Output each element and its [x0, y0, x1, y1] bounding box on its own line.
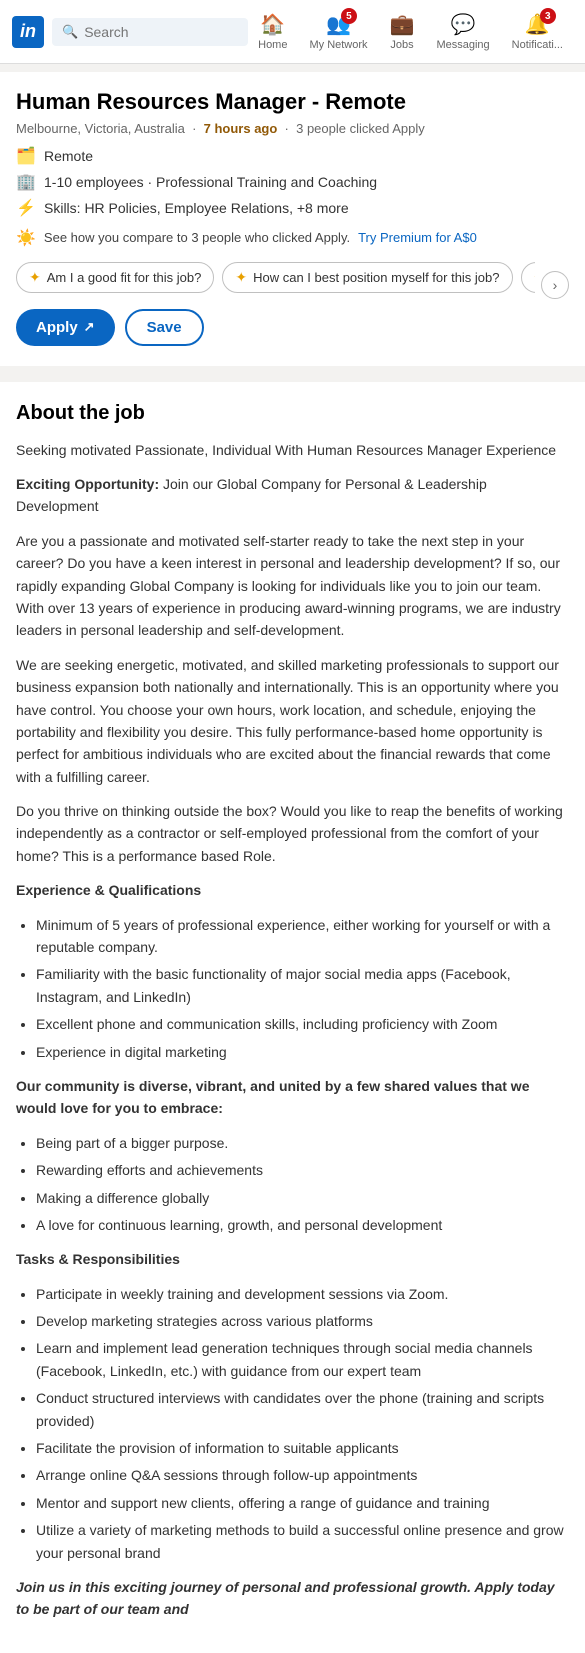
nav-notifications-label: Notificati... [512, 39, 563, 51]
list-item: Facilitate the provision of information … [36, 1437, 569, 1459]
values-title: Our community is diverse, vibrant, and u… [16, 1075, 569, 1120]
list-item: Experience in digital marketing [36, 1041, 569, 1063]
list-item: Minimum of 5 years of professional exper… [36, 914, 569, 959]
linkedin-logo[interactable]: in [12, 16, 44, 48]
about-title: About the job [16, 402, 569, 425]
about-para3: Do you thrive on thinking outside the bo… [16, 800, 569, 867]
nav-network[interactable]: 👥 5 My Network [299, 8, 377, 55]
job-detail-remote: 🗂️ Remote [16, 146, 569, 166]
chip-star-icon3: ✦ [534, 269, 536, 286]
company-icon: 🏢 [16, 172, 36, 192]
list-item: Participate in weekly training and devel… [36, 1283, 569, 1305]
list-item: Making a difference globally [36, 1187, 569, 1209]
home-icon: 🏠 [260, 12, 285, 37]
premium-row: ☀️ See how you compare to 3 people who c… [16, 228, 569, 248]
ai-chips-row: ✦ Am I a good fit for this job? ✦ How ca… [16, 262, 535, 293]
network-icon: 👥 5 [326, 12, 351, 37]
network-badge: 5 [341, 8, 357, 24]
search-icon: 🔍 [62, 24, 78, 40]
about-para2: We are seeking energetic, motivated, and… [16, 654, 569, 788]
list-item: Learn and implement lead generation tech… [36, 1337, 569, 1382]
list-item: A love for continuous learning, growth, … [36, 1214, 569, 1236]
list-item: Conduct structured interviews with candi… [36, 1387, 569, 1432]
apply-external-icon: ↗ [84, 319, 95, 335]
chips-next-button[interactable]: › [541, 271, 569, 299]
nav-home[interactable]: 🏠 Home [248, 8, 297, 55]
list-item: Being part of a bigger purpose. [36, 1132, 569, 1154]
nav-messaging-label: Messaging [436, 39, 489, 51]
premium-link[interactable]: Try Premium for A$0 [358, 230, 477, 245]
job-card: Human Resources Manager - Remote Melbour… [0, 72, 585, 366]
apply-button[interactable]: Apply ↗ [16, 309, 115, 346]
nav-jobs[interactable]: 💼 Jobs [380, 8, 425, 55]
premium-sun-icon: ☀️ [16, 228, 36, 248]
save-button[interactable]: Save [125, 309, 204, 346]
chip-fit[interactable]: ✦ Am I a good fit for this job? [16, 262, 214, 293]
job-remote-text: Remote [44, 148, 93, 164]
job-size-text: 1-10 employees · Professional Training a… [44, 174, 377, 190]
about-para1: Are you a passionate and motivated self-… [16, 530, 569, 642]
about-exciting: Exciting Opportunity: Join our Global Co… [16, 473, 569, 518]
search-bar[interactable]: 🔍 [52, 18, 248, 46]
list-item: Utilize a variety of marketing methods t… [36, 1519, 569, 1564]
chip-star-icon2: ✦ [235, 269, 247, 286]
list-item: Excellent phone and communication skills… [36, 1013, 569, 1035]
skills-icon: ⚡ [16, 198, 36, 218]
chip-star-icon: ✦ [29, 269, 41, 286]
about-intro: Seeking motivated Passionate, Individual… [16, 439, 569, 461]
chip-fit-label: Am I a good fit for this job? [47, 270, 202, 285]
remote-icon: 🗂️ [16, 146, 36, 166]
nav-notifications[interactable]: 🔔 3 Notificati... [502, 8, 573, 55]
nav-jobs-label: Jobs [390, 39, 413, 51]
chip-position[interactable]: ✦ How can I best position myself for thi… [222, 262, 512, 293]
values-list: Being part of a bigger purpose. Rewardin… [36, 1132, 569, 1237]
notifications-badge: 3 [540, 8, 556, 24]
list-item: Mentor and support new clients, offering… [36, 1492, 569, 1514]
job-title: Human Resources Manager - Remote [16, 88, 569, 117]
exp-list: Minimum of 5 years of professional exper… [36, 914, 569, 1063]
about-content: Seeking motivated Passionate, Individual… [16, 439, 569, 1621]
section-divider [0, 366, 585, 374]
chip-position-label: How can I best position myself for this … [253, 270, 499, 285]
nav-home-label: Home [258, 39, 287, 51]
exciting-label: Exciting Opportunity: [16, 476, 159, 492]
about-section: About the job Seeking motivated Passiona… [0, 382, 585, 1653]
about-footer: Join us in this exciting journey of pers… [16, 1576, 569, 1621]
navigation-bar: in 🔍 🏠 Home 👥 5 My Network 💼 Jobs 💬 Mess… [0, 0, 585, 64]
notifications-icon: 🔔 3 [525, 12, 550, 37]
exp-title: Experience & Qualifications [16, 879, 569, 901]
nav-items: 🏠 Home 👥 5 My Network 💼 Jobs 💬 Messaging… [248, 8, 573, 55]
nav-messaging[interactable]: 💬 Messaging [426, 8, 499, 55]
job-skills-text: Skills: HR Policies, Employee Relations,… [44, 200, 349, 216]
tasks-title: Tasks & Responsibilities [16, 1248, 569, 1270]
apply-label: Apply [36, 319, 78, 336]
list-item: Arrange online Q&A sessions through foll… [36, 1464, 569, 1486]
job-time-ago: 7 hours ago [204, 121, 278, 136]
job-location: Melbourne, Victoria, Australia [16, 121, 185, 136]
search-input[interactable] [84, 24, 238, 40]
job-applicants: 3 people clicked Apply [296, 121, 425, 136]
action-buttons: Apply ↗ Save [16, 309, 569, 346]
chip-more[interactable]: ✦ Tell me more [521, 262, 536, 293]
tasks-list: Participate in weekly training and devel… [36, 1283, 569, 1564]
list-item: Rewarding efforts and achievements [36, 1159, 569, 1181]
job-detail-size: 🏢 1-10 employees · Professional Training… [16, 172, 569, 192]
premium-text: See how you compare to 3 people who clic… [44, 230, 350, 245]
job-detail-skills: ⚡ Skills: HR Policies, Employee Relation… [16, 198, 569, 218]
nav-network-label: My Network [309, 39, 367, 51]
job-meta: Melbourne, Victoria, Australia · 7 hours… [16, 121, 569, 136]
messaging-icon: 💬 [451, 12, 476, 37]
list-item: Develop marketing strategies across vari… [36, 1310, 569, 1332]
list-item: Familiarity with the basic functionality… [36, 963, 569, 1008]
jobs-icon: 💼 [390, 12, 415, 37]
